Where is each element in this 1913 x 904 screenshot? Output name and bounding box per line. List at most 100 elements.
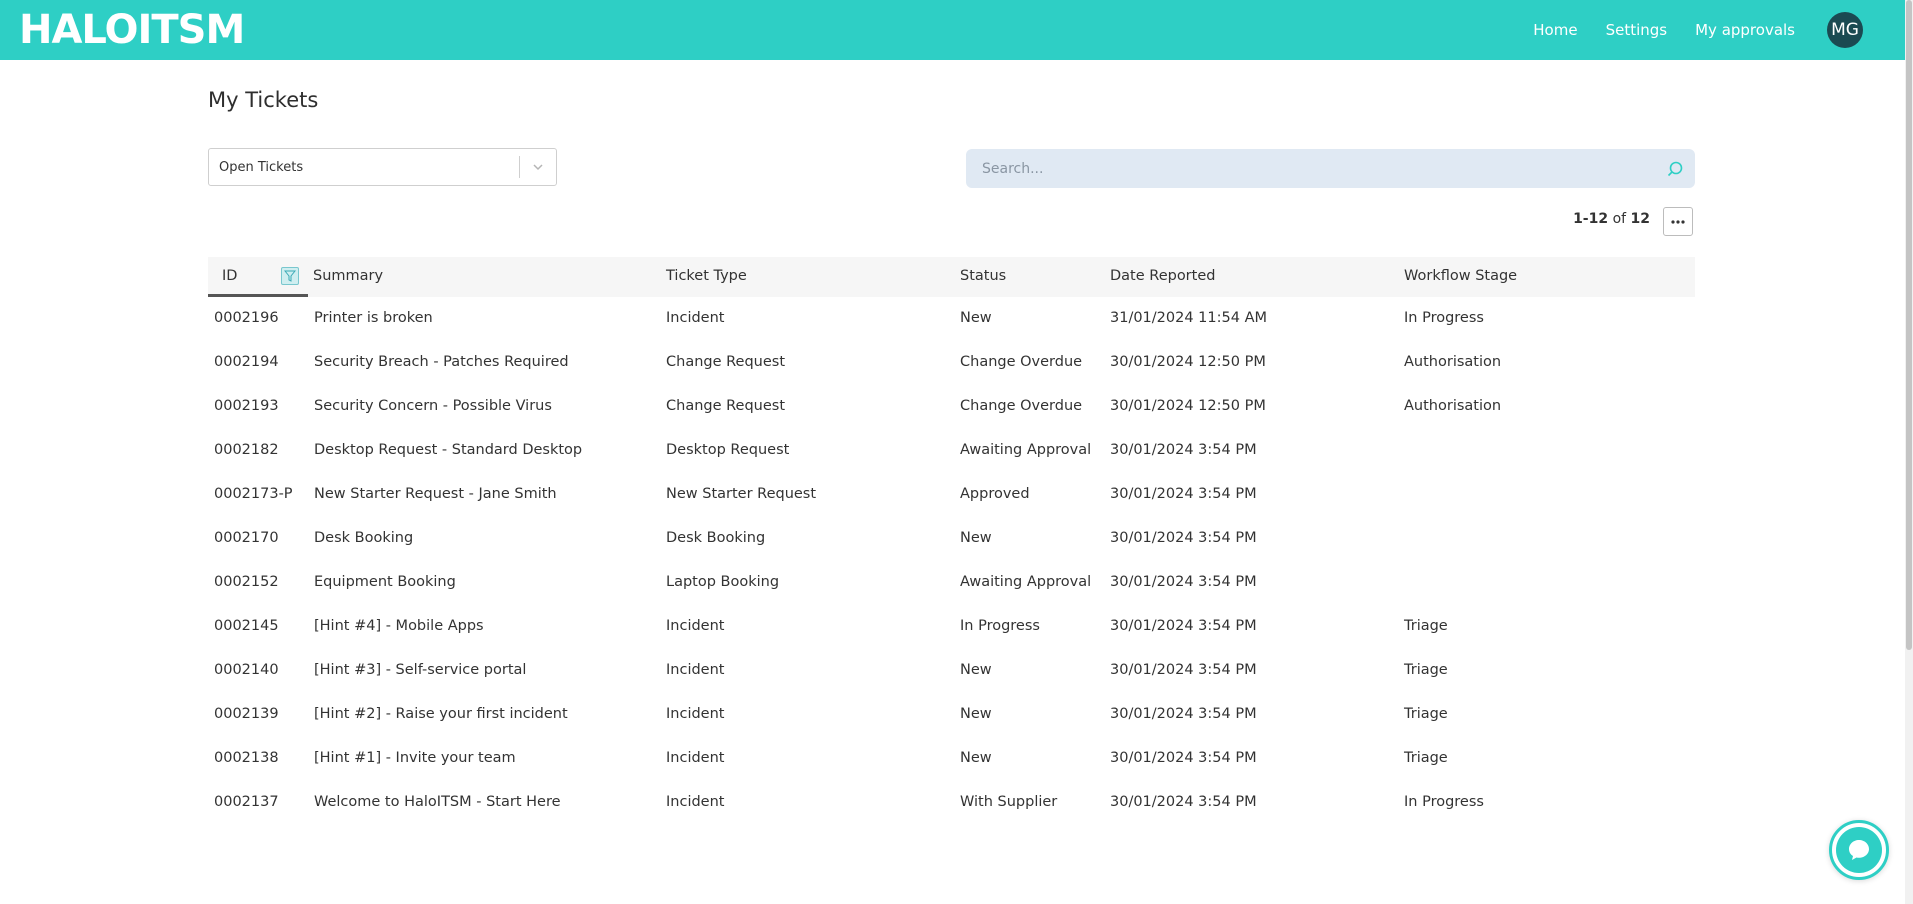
ticket-filter-select[interactable]: Open Tickets [208,148,557,186]
cell-id: 0002182 [214,442,279,458]
cell-id: 0002140 [214,662,279,678]
cell-workflow-stage: Authorisation [1404,398,1502,414]
avatar[interactable]: MG [1827,12,1863,48]
table-row[interactable]: 0002173-P New Starter Request - Jane Smit… [208,473,1695,517]
cell-ticket-type: Incident [666,750,725,766]
cell-status: Change Overdue [960,398,1083,414]
cell-summary: Equipment Booking [314,574,456,590]
cell-date-reported: 30/01/2024 3:54 PM [1110,706,1257,722]
search-input[interactable] [966,160,1655,177]
cell-id: 0002137 [214,794,279,810]
cell-id: 0002145 [214,618,279,634]
cell-summary: Desk Booking [314,530,414,546]
cell-summary: [Hint #3] - Self-service portal [314,662,527,678]
cell-date-reported: 30/01/2024 3:54 PM [1110,750,1257,766]
cell-date-reported: 30/01/2024 3:54 PM [1110,530,1257,546]
cell-summary: [Hint #4] - Mobile Apps [314,618,484,634]
ticket-filter-value: Open Tickets [219,159,304,175]
header-workflow-stage[interactable]: Workflow Stage [1404,268,1517,284]
table-row[interactable]: 0002194 Security Breach - Patches Require… [208,341,1695,385]
cell-date-reported: 30/01/2024 3:54 PM [1110,618,1257,634]
nav-home[interactable]: Home [1533,21,1577,39]
pagination-total: 12 [1630,211,1650,227]
header-ticket-type[interactable]: Ticket Type [666,268,747,284]
cell-status: With Supplier [960,794,1058,810]
cell-status: New [960,530,992,546]
cell-date-reported: 30/01/2024 12:50 PM [1110,398,1266,414]
cell-ticket-type: Desk Booking [666,530,766,546]
nav-settings[interactable]: Settings [1606,21,1668,39]
cell-ticket-type: Incident [666,706,725,722]
table-row[interactable]: 0002137 Welcome to HaloITSM - Start Here I… [208,781,1695,825]
search-icon[interactable] [1655,149,1695,188]
cell-ticket-type: Incident [666,618,725,634]
chevron-down-icon[interactable] [520,149,556,185]
cell-id: 0002170 [214,530,279,546]
table-row[interactable]: 0002196 Printer is broken Incident New 31/01… [208,297,1695,341]
cell-ticket-type: Change Request [666,354,786,370]
table-row[interactable]: 0002138 [Hint #1] - Invite your team Incid… [208,737,1695,781]
cell-workflow-stage: Triage [1404,706,1448,722]
cell-summary: Security Breach - Patches Required [314,354,569,370]
cell-id: 0002193 [214,398,279,414]
chat-button[interactable] [1829,820,1889,880]
cell-workflow-stage: Triage [1404,662,1448,678]
cell-workflow-stage: Triage [1404,618,1448,634]
cell-date-reported: 30/01/2024 3:54 PM [1110,442,1257,458]
cell-workflow-stage: Authorisation [1404,354,1502,370]
cell-summary: [Hint #1] - Invite your team [314,750,516,766]
cell-summary: Printer is broken [314,310,433,326]
header-summary[interactable]: Summary [313,268,383,284]
ellipsis-icon [1671,219,1685,224]
table-row[interactable]: 0002170 Desk Booking Desk Booking New 30/01/… [208,517,1695,561]
page-scrollbar[interactable] [1905,0,1913,904]
cell-workflow-stage: Triage [1404,750,1448,766]
table-row[interactable]: 0002193 Security Concern - Possible Virus… [208,385,1695,429]
cell-summary: Desktop Request - Standard Desktop [314,442,583,458]
table-row[interactable]: 0002140 [Hint #3] - Self-service portal In… [208,649,1695,693]
chat-icon [1836,827,1882,873]
pagination-of: of [1612,211,1627,227]
cell-id: 0002194 [214,354,279,370]
cell-date-reported: 30/01/2024 3:54 PM [1110,486,1257,502]
table-row[interactable]: 0002152 Equipment Booking Laptop Booking Aw… [208,561,1695,605]
cell-status: Approved [960,486,1030,502]
cell-date-reported: 30/01/2024 3:54 PM [1110,794,1257,810]
cell-ticket-type: New Starter Request [666,486,817,502]
cell-summary: New Starter Request - Jane Smith [314,486,557,502]
cell-date-reported: 30/01/2024 3:54 PM [1110,574,1257,590]
cell-date-reported: 30/01/2024 12:50 PM [1110,354,1266,370]
cell-ticket-type: Laptop Booking [666,574,780,590]
cell-ticket-type: Incident [666,794,725,810]
cell-status: In Progress [960,618,1040,634]
cell-id: 0002139 [214,706,279,722]
cell-ticket-type: Incident [666,310,725,326]
cell-summary: Welcome to HaloITSM - Start Here [314,794,561,810]
filter-icon[interactable] [281,267,299,285]
cell-status: Awaiting Approval [960,574,1092,590]
top-bar: HALOITSM Home Settings My approvals MG [0,0,1913,60]
cell-ticket-type: Incident [666,662,725,678]
page-title: My Tickets [208,88,319,112]
cell-date-reported: 31/01/2024 11:54 AM [1110,310,1268,326]
tickets-table: ID Summary Ticket Type Status Date Repor… [208,257,1695,825]
cell-id: 0002152 [214,574,279,590]
nav-my-approvals[interactable]: My approvals [1695,21,1795,39]
table-header: ID Summary Ticket Type Status Date Repor… [208,257,1695,297]
table-row[interactable]: 0002139 [Hint #2] - Raise your first inci… [208,693,1695,737]
cell-summary: Security Concern - Possible Virus [314,398,552,414]
cell-status: New [960,706,992,722]
cell-id: 0002196 [214,310,279,326]
table-row[interactable]: 0002182 Desktop Request - Standard Deskto… [208,429,1695,473]
cell-status: New [960,662,992,678]
cell-id: 0002138 [214,750,279,766]
header-id[interactable]: ID [222,268,237,284]
app-logo[interactable]: HALOITSM [19,8,245,52]
more-options-button[interactable] [1663,207,1693,236]
scrollbar-thumb[interactable] [1906,0,1912,650]
header-status[interactable]: Status [960,268,1006,284]
header-date-reported[interactable]: Date Reported [1110,268,1215,284]
cell-summary: [Hint #2] - Raise your first incident [314,706,568,722]
table-row[interactable]: 0002145 [Hint #4] - Mobile Apps Incident In… [208,605,1695,649]
cell-workflow-stage: In Progress [1404,794,1484,810]
